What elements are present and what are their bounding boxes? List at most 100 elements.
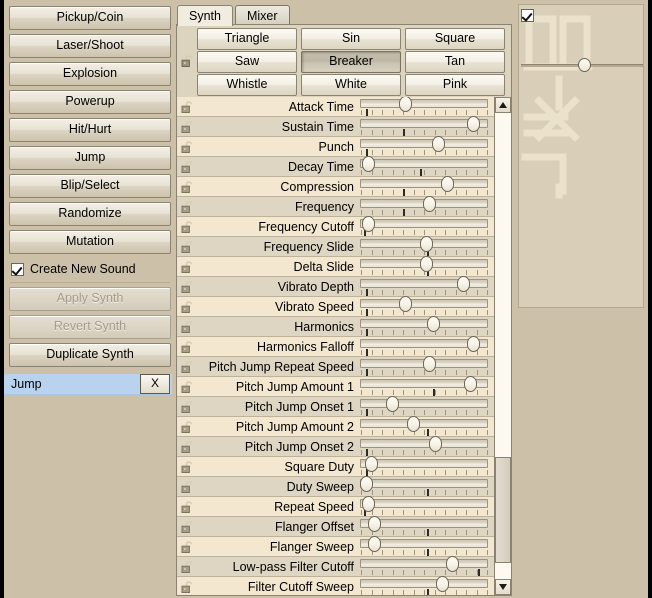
close-icon[interactable]: X (140, 374, 170, 394)
unlock-icon[interactable] (177, 117, 197, 137)
unlock-icon[interactable] (177, 417, 197, 437)
generator-button-pickup-coin[interactable]: Pickup/Coin (9, 6, 171, 30)
sound-list-item[interactable]: Jump X (4, 373, 176, 395)
unlock-icon[interactable] (177, 257, 197, 277)
slider-thumb[interactable] (386, 395, 399, 412)
unlock-icon[interactable] (177, 397, 197, 417)
generator-button-mutation[interactable]: Mutation (9, 230, 171, 254)
slider-thumb[interactable] (399, 295, 412, 312)
unlock-icon[interactable] (177, 357, 197, 377)
slider-thumb[interactable] (360, 475, 373, 492)
slider-control[interactable] (360, 575, 488, 595)
generator-button-powerup[interactable]: Powerup (9, 90, 171, 114)
slider-control[interactable] (360, 215, 488, 237)
create-new-sound-checkbox-row[interactable]: Create New Sound (11, 260, 176, 278)
slider-thumb[interactable] (467, 335, 480, 352)
slider-thumb[interactable] (420, 255, 433, 272)
slider-thumb[interactable] (365, 455, 378, 472)
slider-control[interactable] (360, 235, 488, 257)
master-volume-thumb[interactable] (578, 58, 591, 72)
generator-button-hit-hurt[interactable]: Hit/Hurt (9, 118, 171, 142)
tab-mixer[interactable]: Mixer (234, 5, 290, 26)
slider-control[interactable] (360, 295, 488, 317)
generator-button-explosion[interactable]: Explosion (9, 62, 171, 86)
waveform-button-tan[interactable]: Tan (405, 51, 505, 73)
waveform-button-white[interactable]: White (301, 74, 401, 96)
slider-thumb[interactable] (446, 555, 459, 572)
slider-thumb[interactable] (423, 195, 436, 212)
unlock-icon[interactable] (177, 437, 197, 457)
slider-control[interactable] (360, 255, 488, 277)
unlock-icon[interactable] (177, 217, 197, 237)
slider-thumb[interactable] (429, 435, 442, 452)
waveform-button-square[interactable]: Square (405, 28, 505, 50)
slider-control[interactable] (360, 515, 488, 537)
slider-thumb[interactable] (441, 175, 454, 192)
unlock-icon[interactable] (177, 237, 197, 257)
slider-control[interactable] (360, 115, 488, 137)
slider-thumb[interactable] (368, 515, 381, 532)
unlock-icon[interactable] (177, 377, 197, 397)
unlock-icon[interactable] (177, 277, 197, 297)
slider-control[interactable] (360, 355, 488, 377)
tab-synth[interactable]: Synth (177, 5, 233, 26)
slider-control[interactable] (360, 155, 488, 177)
slider-thumb[interactable] (362, 495, 375, 512)
slider-thumb[interactable] (432, 135, 445, 152)
action-button-duplicate-synth[interactable]: Duplicate Synth (9, 343, 171, 367)
vertical-scrollbar[interactable] (494, 97, 511, 595)
unlock-icon[interactable] (177, 297, 197, 317)
master-volume-slider[interactable] (521, 58, 643, 74)
slider-control[interactable] (360, 315, 488, 337)
slider-control[interactable] (360, 275, 488, 297)
slider-thumb[interactable] (368, 535, 381, 552)
slider-control[interactable] (360, 435, 488, 457)
checkbox-icon[interactable] (521, 8, 534, 22)
unlock-icon[interactable] (177, 197, 197, 217)
arrow-up-icon[interactable] (495, 97, 511, 113)
slider-thumb[interactable] (427, 315, 440, 332)
waveform-button-sin[interactable]: Sin (301, 28, 401, 50)
unlock-icon[interactable] (177, 477, 197, 497)
generator-button-randomize[interactable]: Randomize (9, 202, 171, 226)
slider-control[interactable] (360, 395, 488, 417)
unlock-icon[interactable] (177, 337, 197, 357)
slider-control[interactable] (360, 335, 488, 357)
unlock-icon[interactable] (177, 157, 197, 177)
waveform-button-triangle[interactable]: Triangle (197, 28, 297, 50)
generator-button-jump[interactable]: Jump (9, 146, 171, 170)
arrow-down-icon[interactable] (495, 579, 511, 595)
checkbox-icon[interactable] (11, 262, 24, 276)
slider-thumb[interactable] (362, 155, 375, 172)
slider-control[interactable] (360, 175, 488, 197)
slider-control[interactable] (360, 415, 488, 437)
slider-thumb[interactable] (362, 215, 375, 232)
slider-control[interactable] (360, 195, 488, 217)
slider-control[interactable] (360, 135, 488, 157)
unlock-icon[interactable] (177, 25, 197, 97)
slider-thumb[interactable] (467, 115, 480, 132)
unlock-icon[interactable] (177, 497, 197, 517)
unlock-icon[interactable] (177, 317, 197, 337)
unlock-icon[interactable] (177, 577, 197, 596)
waveform-button-pink[interactable]: Pink (405, 74, 505, 96)
generator-button-blip-select[interactable]: Blip/Select (9, 174, 171, 198)
slider-control[interactable] (360, 375, 488, 397)
generator-button-laser-shoot[interactable]: Laser/Shoot (9, 34, 171, 58)
slider-control[interactable] (360, 475, 488, 497)
waveform-button-breaker[interactable]: Breaker (301, 51, 401, 73)
waveform-button-saw[interactable]: Saw (197, 51, 297, 73)
slider-thumb[interactable] (423, 355, 436, 372)
scrollbar-thumb[interactable] (495, 457, 511, 563)
unlock-icon[interactable] (177, 557, 197, 577)
unlock-icon[interactable] (177, 537, 197, 557)
slider-thumb[interactable] (407, 415, 420, 432)
slider-control[interactable] (360, 97, 488, 117)
slider-control[interactable] (360, 555, 488, 577)
slider-control[interactable] (360, 495, 488, 517)
unlock-icon[interactable] (177, 177, 197, 197)
waveform-button-whistle[interactable]: Whistle (197, 74, 297, 96)
slider-control[interactable] (360, 455, 488, 477)
unlock-icon[interactable] (177, 457, 197, 477)
unlock-icon[interactable] (177, 137, 197, 157)
